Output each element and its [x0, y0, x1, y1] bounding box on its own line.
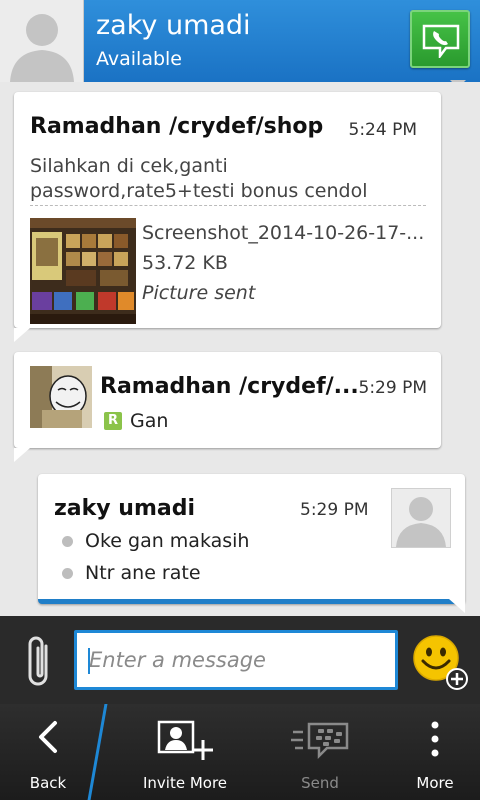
call-button[interactable] — [410, 10, 470, 68]
message-time: 5:29 PM — [300, 500, 369, 520]
bubble-tail — [14, 448, 30, 462]
text-cursor — [88, 648, 90, 674]
composer-bar — [0, 616, 480, 704]
attach-button[interactable] — [22, 634, 58, 694]
message-line: Ntr ane rate — [62, 562, 201, 584]
bullet-icon — [62, 536, 73, 547]
attachment-status: Picture sent — [142, 282, 256, 304]
bbm-send-icon — [291, 722, 349, 760]
contact-status: Available — [96, 48, 183, 70]
back-button[interactable]: Back — [0, 704, 96, 800]
bubble-tail — [14, 328, 30, 342]
message-text: Gan — [130, 410, 169, 432]
action-bar: Back Invite More Send More — [0, 704, 480, 800]
default-avatar-icon — [396, 497, 446, 547]
message-sender: Ramadhan /crydef/shop — [30, 114, 324, 139]
attachment-thumbnail[interactable] — [30, 218, 136, 324]
screenshot-thumbnail-icon — [30, 218, 136, 324]
bullet-icon — [62, 568, 73, 579]
own-avatar[interactable] — [391, 488, 451, 548]
message-line: Oke gan makasih — [62, 530, 249, 552]
message-text: Silahkan di cek,ganti password,rate5+tes… — [30, 155, 368, 202]
message-text: Ntr ane rate — [85, 562, 201, 584]
message-time: 5:24 PM — [348, 120, 418, 140]
chat-header: zaky umadi Available — [0, 0, 480, 82]
divider — [30, 205, 426, 206]
invite-more-label: Invite More — [142, 774, 228, 792]
message-bubble-incoming[interactable]: Ramadhan /crydef/... 5:29 PM R Gan — [14, 352, 441, 462]
send-button[interactable]: Send — [270, 704, 370, 800]
default-avatar-icon — [10, 14, 74, 82]
bubble-tail — [449, 599, 465, 613]
send-label: Send — [301, 774, 339, 792]
more-button[interactable]: More — [390, 704, 480, 800]
phone-bubble-icon — [422, 24, 460, 58]
attachment-file-name: Screenshot_2014-10-26-17-... — [142, 222, 425, 244]
overflow-menu-icon — [431, 721, 439, 757]
paperclip-icon — [28, 636, 48, 686]
more-label: More — [416, 774, 454, 792]
r-badge-icon: R — [104, 412, 122, 430]
smiley-add-icon — [413, 635, 468, 690]
message-time: 5:29 PM — [358, 378, 428, 398]
message-sender: Ramadhan /crydef/... — [100, 374, 359, 399]
message-bubble-outgoing[interactable]: zaky umadi 5:29 PM Oke gan makasih Ntr a… — [38, 474, 465, 613]
message-sender: zaky umadi — [54, 496, 196, 521]
invite-contact-icon — [157, 720, 213, 760]
message-input[interactable] — [74, 630, 398, 690]
sender-avatar[interactable] — [30, 366, 92, 428]
contact-avatar[interactable] — [0, 0, 84, 82]
attachment-file-size: 53.72 KB — [142, 252, 228, 274]
chat-thread[interactable]: Ramadhan /crydef/shop 5:24 PM Silahkan d… — [0, 82, 480, 616]
message-text: Oke gan makasih — [85, 530, 250, 552]
emoticon-button[interactable] — [412, 634, 470, 696]
meme-face-avatar-icon — [30, 366, 92, 428]
message-bubble-incoming[interactable]: Ramadhan /crydef/shop 5:24 PM Silahkan d… — [14, 92, 441, 342]
invite-more-button[interactable]: Invite More — [130, 704, 240, 800]
back-arrow-icon — [39, 721, 57, 753]
contact-name: zaky umadi — [96, 10, 251, 41]
back-label: Back — [29, 774, 67, 792]
